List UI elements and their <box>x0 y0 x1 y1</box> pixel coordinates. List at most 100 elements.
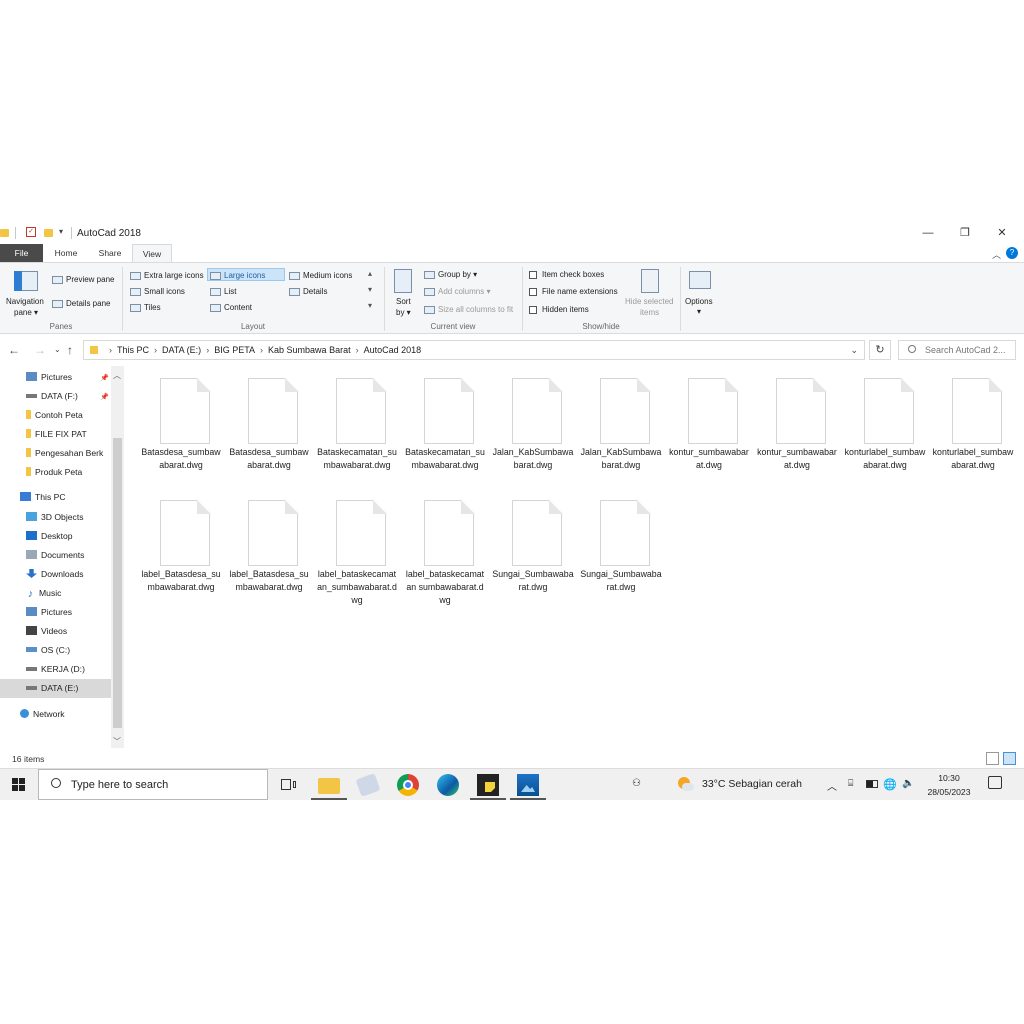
file-item[interactable]: label_bataskecamatan_sumbawabarat.dwg <box>314 488 400 606</box>
chevron-right-icon[interactable]: › <box>206 345 209 355</box>
task-view-icon[interactable] <box>278 774 300 796</box>
file-item[interactable]: konturlabel_sumbawabarat.dwg <box>930 366 1016 484</box>
chevron-right-icon[interactable]: › <box>154 345 157 355</box>
clock[interactable]: 10:30 28/05/2023 <box>922 771 976 799</box>
chevron-down-icon[interactable]: ⌄ <box>850 345 858 356</box>
layout-large-icons[interactable]: Large icons <box>207 268 285 281</box>
paint-icon[interactable] <box>355 773 381 797</box>
options-dropdown-icon[interactable]: ▾ <box>697 305 701 318</box>
recent-locations-icon[interactable]: ⌄ <box>54 345 61 354</box>
layout-extra-large-icons[interactable]: Extra large icons <box>130 269 204 282</box>
file-name-extensions-checkbox[interactable]: File name extensions <box>529 285 618 298</box>
forward-arrow-icon[interactable]: → <box>34 343 46 357</box>
details-pane-button[interactable]: Details pane <box>52 297 110 310</box>
crumb-kab-sumbawa-barat[interactable]: Kab Sumbawa Barat <box>268 345 351 355</box>
layout-tiles[interactable]: Tiles <box>130 301 161 314</box>
crumb-this-pc[interactable]: This PC <box>117 345 149 355</box>
taskbar-search-input[interactable]: Type here to search <box>38 769 268 800</box>
tab-file[interactable]: File <box>0 244 43 262</box>
file-item[interactable]: Sungai_Sumbawabarat.dwg <box>578 488 664 606</box>
layout-scroll-up-icon[interactable]: ▴ <box>368 269 372 278</box>
people-icon[interactable]: ⚇ <box>632 778 641 789</box>
chevron-up-icon[interactable]: ︿ <box>827 778 837 793</box>
back-arrow-icon[interactable]: ← <box>8 343 20 357</box>
search-input[interactable]: Search AutoCad 2... <box>898 340 1016 360</box>
edge-icon[interactable] <box>437 774 459 796</box>
photos-icon[interactable] <box>517 774 539 796</box>
properties-icon[interactable]: ✓ <box>26 227 36 237</box>
file-item[interactable]: Jalan_KabSumbawabarat.dwg <box>578 366 664 484</box>
up-arrow-icon[interactable]: ↑ <box>67 343 73 357</box>
nav-item-data-e[interactable]: DATA (E:) <box>0 679 111 698</box>
file-explorer-icon[interactable] <box>318 778 340 794</box>
tab-home[interactable]: Home <box>44 244 88 262</box>
crumb-big-peta[interactable]: BIG PETA <box>214 345 255 355</box>
pin-icon[interactable]: 📌 <box>100 374 109 382</box>
file-item[interactable]: konturlabel_sumbawabarat.dwg <box>842 366 928 484</box>
close-button[interactable]: ✕ <box>994 226 1010 240</box>
navigation-pane-button-2[interactable]: pane ▾ <box>14 306 38 319</box>
help-icon[interactable]: ? <box>1006 247 1018 259</box>
collapse-ribbon-icon[interactable]: ︿ <box>992 248 1001 261</box>
tab-view[interactable]: View <box>132 244 172 262</box>
file-item[interactable]: Bataskecamatan_sumbawabarat.dwg <box>402 366 488 484</box>
layout-details[interactable]: Details <box>289 285 327 298</box>
file-item[interactable]: kontur_sumbawabarat.dwg <box>666 366 752 484</box>
hidden-items-checkbox[interactable]: Hidden items <box>529 303 589 316</box>
file-item[interactable]: label_Batasdesa_sumbawabarat.dwg <box>138 488 224 606</box>
chevron-right-icon[interactable]: › <box>260 345 263 355</box>
pin-icon[interactable]: 📌 <box>100 393 109 401</box>
sticky-notes-icon[interactable] <box>477 774 499 796</box>
pen-workspace-icon[interactable]: ⌸ <box>848 778 853 789</box>
battery-icon[interactable] <box>866 780 878 788</box>
notifications-icon[interactable] <box>988 776 1002 789</box>
windows-start-icon[interactable] <box>12 778 26 792</box>
preview-pane-button[interactable]: Preview pane <box>52 273 114 286</box>
scroll-down-icon[interactable]: ﹀ <box>113 736 121 747</box>
layout-more-icon[interactable]: ▾ <box>368 301 372 310</box>
network-icon[interactable]: 🌐 <box>883 778 897 791</box>
layout-scroll-down-icon[interactable]: ▾ <box>368 285 372 294</box>
file-item[interactable]: label_Batasdesa_sumbawabarat.dwg <box>226 488 312 606</box>
restore-button[interactable]: ❐ <box>957 226 973 240</box>
sort-by-button-2[interactable]: by ▾ <box>396 306 411 319</box>
file-item[interactable]: Batasdesa_sumbawabarat.dwg <box>138 366 224 484</box>
weather-text[interactable]: 33°C Sebagian cerah <box>702 778 802 790</box>
layout-medium-icons[interactable]: Medium icons <box>289 269 352 282</box>
drive-icon <box>26 667 37 671</box>
group-by-button[interactable]: Group by ▾ <box>424 268 477 281</box>
hide-selected-button-2[interactable]: items <box>640 306 659 319</box>
layout-list[interactable]: List <box>210 285 236 298</box>
minimize-button[interactable]: — <box>920 226 936 240</box>
customize-toolbar-icon[interactable]: ▾ <box>59 227 63 239</box>
add-columns-button[interactable]: Add columns ▾ <box>424 285 491 298</box>
item-check-boxes-checkbox[interactable]: Item check boxes <box>529 268 604 281</box>
file-item[interactable]: Jalan_KabSumbawabarat.dwg <box>490 366 576 484</box>
layout-small-icons[interactable]: Small icons <box>130 285 185 298</box>
new-folder-icon[interactable] <box>44 229 53 237</box>
tab-share[interactable]: Share <box>88 244 132 262</box>
volume-icon[interactable]: 🔈 <box>902 778 914 789</box>
file-item[interactable]: Sungai_Sumbawabarat.dwg <box>490 488 576 606</box>
address-bar[interactable]: › This PC › DATA (E:) › BIG PETA › Kab Sumbawa … <box>83 340 865 360</box>
file-item[interactable]: kontur_sumbawabarat.dwg <box>754 366 840 484</box>
size-columns-button[interactable]: Size all columns to fit <box>424 303 513 316</box>
layout-content[interactable]: Content <box>210 301 252 314</box>
options-icon[interactable] <box>689 271 711 289</box>
chrome-icon[interactable] <box>397 774 419 796</box>
large-icons-view-icon[interactable] <box>1003 752 1016 765</box>
refresh-button[interactable]: ↻ <box>869 340 891 360</box>
sort-by-icon[interactable] <box>394 269 412 293</box>
file-item[interactable]: label_bataskecamatan sumbawabarat.dwg <box>402 488 488 606</box>
file-item[interactable]: Batasdesa_sumbawabarat.dwg <box>226 366 312 484</box>
nav-scrollbar[interactable]: ︿ ﹀ <box>111 366 124 748</box>
details-view-icon[interactable] <box>986 752 999 765</box>
chevron-right-icon[interactable]: › <box>356 345 359 355</box>
file-item[interactable]: Bataskecamatan_sumbawabarat.dwg <box>314 366 400 484</box>
scroll-thumb[interactable] <box>113 438 122 728</box>
scroll-up-icon[interactable]: ︿ <box>113 370 121 381</box>
crumb-data-e[interactable]: DATA (E:) <box>162 345 201 355</box>
weather-icon[interactable] <box>676 775 694 793</box>
crumb-autocad-2018[interactable]: AutoCad 2018 <box>364 345 422 355</box>
hide-selected-icon[interactable] <box>641 269 659 293</box>
